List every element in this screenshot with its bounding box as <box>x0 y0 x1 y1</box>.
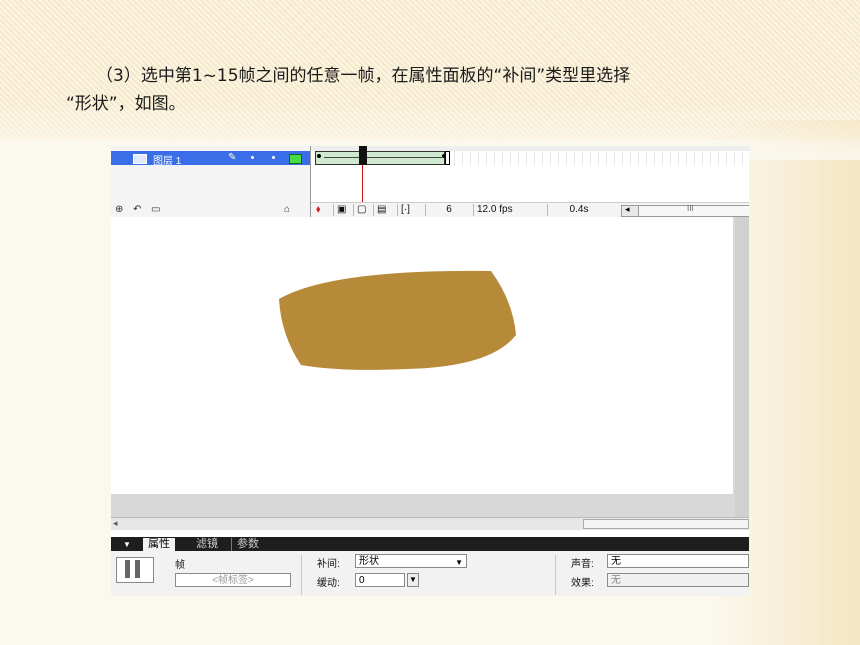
stage-shape-layer <box>279 270 516 370</box>
sound-label: 声音: <box>571 559 594 570</box>
center-frame-icon[interactable]: ⬧ <box>313 204 324 216</box>
frame-label-field[interactable]: <帧标签> <box>175 573 291 587</box>
layer-row[interactable]: 图层 1 ✎ <box>111 151 310 167</box>
frame-type-icon <box>116 557 154 583</box>
ease-stepper[interactable]: ▼ <box>407 573 419 587</box>
lock-dot-icon[interactable] <box>272 156 275 159</box>
chevron-down-icon: ▼ <box>455 558 463 567</box>
onion-markers-icon[interactable]: [·] <box>397 204 413 216</box>
outline-color-icon[interactable] <box>289 154 302 164</box>
stage-area: ◂ <box>111 217 749 530</box>
tween-select-value: 形状 <box>359 556 379 567</box>
ease-label: 缓动: <box>317 578 340 589</box>
tween-label: 补间: <box>317 559 340 570</box>
timeline-scroll-thumb[interactable]: III <box>638 204 749 216</box>
scroll-grip: III <box>687 204 694 213</box>
onion-skin-icon[interactable]: ▣ <box>333 204 349 216</box>
slide-caption: （3）选中第1~15帧之间的任意一帧，在属性面板的“补间”类型里选择 “形状”，… <box>66 62 786 118</box>
pencil-icon: ✎ <box>228 152 237 163</box>
visibility-dot-icon[interactable] <box>251 156 254 159</box>
flash-app-window: 图层 1 ✎ ⊕ ↶ ▭ ⌂ ⬧ ▣ ▢ ▤ [·] 6 12.0 fps 0.… <box>111 146 749 596</box>
properties-panel: ▼ 属性 滤镜 参数 帧 <帧标签> 补间: 形状 ▼ 缓动: 0 ▼ 声音: … <box>111 537 749 596</box>
onion-outline-icon[interactable]: ▢ <box>353 204 369 216</box>
playhead-line <box>362 165 363 202</box>
layer-list: 图层 1 ✎ ⊕ ↶ ▭ ⌂ <box>111 146 311 217</box>
properties-tab-bar: ▼ 属性 滤镜 参数 <box>111 537 749 551</box>
sound-select[interactable]: 无 <box>607 554 749 568</box>
frame-grid: ⬧ ▣ ▢ ▤ [·] 6 12.0 fps 0.4s ◂ III <box>311 146 749 218</box>
stage-canvas[interactable] <box>111 217 733 494</box>
tab-filters[interactable]: 滤镜 <box>191 538 223 551</box>
motion-guide-icon[interactable]: ↶ <box>133 204 141 215</box>
stage-vertical-scrollbar[interactable] <box>735 217 749 523</box>
insert-folder-icon[interactable]: ▭ <box>151 204 160 215</box>
tab-properties[interactable]: 属性 <box>143 538 175 551</box>
scroll-left-arrow-icon[interactable]: ◂ <box>113 518 118 529</box>
shape-tween-span[interactable] <box>315 151 445 165</box>
collapse-triangle-icon[interactable]: ▼ <box>123 540 131 549</box>
properties-body: 帧 <帧标签> 补间: 形状 ▼ 缓动: 0 ▼ 声音: 无 效果: 无 <box>111 551 749 596</box>
caption-line-1: （3）选中第1~15帧之间的任意一帧，在属性面板的“补间”类型里选择 <box>96 66 631 86</box>
insert-layer-icon[interactable]: ⊕ <box>115 204 123 215</box>
playhead[interactable] <box>359 146 367 165</box>
stage-horizontal-scrollbar[interactable]: ◂ <box>111 517 749 530</box>
effect-label: 效果: <box>571 578 594 589</box>
tween-arrow <box>324 157 442 158</box>
tab-parameters[interactable]: 参数 <box>231 538 264 551</box>
frame-rate-readout: 12.0 fps <box>473 204 516 216</box>
divider <box>555 555 556 595</box>
keyframe-start[interactable] <box>317 154 321 158</box>
layer-name: 图层 1 <box>153 156 182 167</box>
elapsed-time-readout: 0.4s <box>547 204 610 216</box>
timeline-panel: 图层 1 ✎ ⊕ ↶ ▭ ⌂ ⬧ ▣ ▢ ▤ [·] 6 12.0 fps 0.… <box>111 146 749 218</box>
stage-scroll-thumb[interactable] <box>583 519 749 529</box>
timeline-scrollbar[interactable]: ◂ III <box>621 204 749 217</box>
tween-select[interactable]: 形状 ▼ <box>355 554 467 568</box>
scroll-left-icon[interactable]: ◂ <box>625 204 630 215</box>
current-frame-readout: 6 <box>425 204 472 216</box>
ease-input[interactable]: 0 <box>355 573 405 587</box>
edit-multiple-frames-icon[interactable]: ▤ <box>373 204 389 216</box>
delete-layer-icon[interactable]: ⌂ <box>284 204 290 215</box>
effect-select[interactable]: 无 <box>607 573 749 587</box>
layer-icon <box>133 154 147 164</box>
layer-controls: ⊕ ↶ ▭ ⌂ <box>111 202 310 217</box>
frame-section-label: 帧 <box>175 560 185 571</box>
timeline-status-bar: ⬧ ▣ ▢ ▤ [·] 6 12.0 fps 0.4s ◂ III <box>311 202 749 218</box>
end-frame[interactable] <box>445 151 450 165</box>
tween-shape[interactable] <box>279 270 516 370</box>
caption-line-2: “形状”，如图。 <box>66 94 186 114</box>
divider <box>301 555 302 595</box>
